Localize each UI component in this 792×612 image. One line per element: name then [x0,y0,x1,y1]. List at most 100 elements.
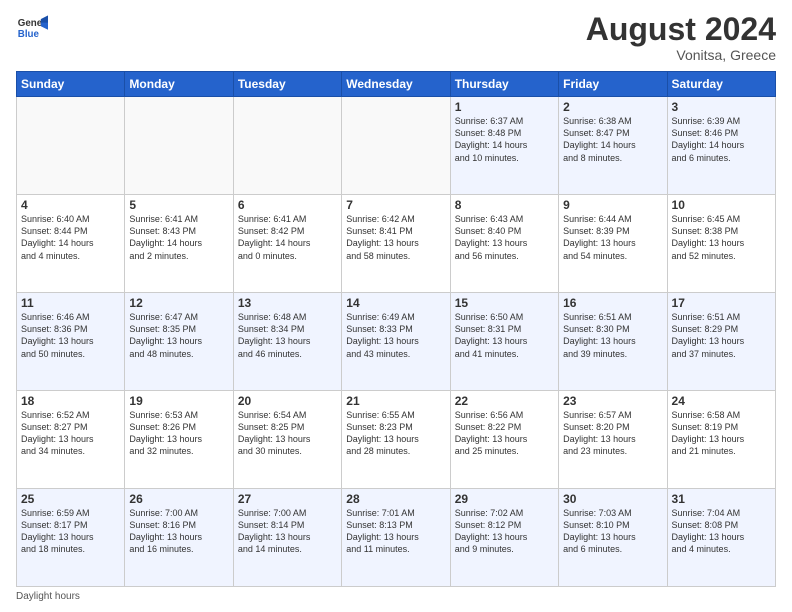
location: Vonitsa, Greece [586,47,776,63]
day-info: Sunrise: 6:49 AM Sunset: 8:33 PM Dayligh… [346,311,445,360]
day-info: Sunrise: 6:59 AM Sunset: 8:17 PM Dayligh… [21,507,120,556]
footer-note: Daylight hours [16,591,776,602]
table-row [17,97,125,195]
day-info: Sunrise: 6:46 AM Sunset: 8:36 PM Dayligh… [21,311,120,360]
day-info: Sunrise: 6:56 AM Sunset: 8:22 PM Dayligh… [455,409,554,458]
table-row: 2Sunrise: 6:38 AM Sunset: 8:47 PM Daylig… [559,97,667,195]
day-number: 19 [129,394,228,408]
table-row: 13Sunrise: 6:48 AM Sunset: 8:34 PM Dayli… [233,293,341,391]
day-info: Sunrise: 6:52 AM Sunset: 8:27 PM Dayligh… [21,409,120,458]
day-info: Sunrise: 6:38 AM Sunset: 8:47 PM Dayligh… [563,115,662,164]
title-block: August 2024 Vonitsa, Greece [586,12,776,63]
day-number: 23 [563,394,662,408]
day-number: 9 [563,198,662,212]
table-row: 28Sunrise: 7:01 AM Sunset: 8:13 PM Dayli… [342,489,450,587]
day-info: Sunrise: 6:43 AM Sunset: 8:40 PM Dayligh… [455,213,554,262]
header-monday: Monday [125,72,233,97]
table-row: 4Sunrise: 6:40 AM Sunset: 8:44 PM Daylig… [17,195,125,293]
month-year: August 2024 [586,12,776,47]
day-info: Sunrise: 7:03 AM Sunset: 8:10 PM Dayligh… [563,507,662,556]
day-number: 28 [346,492,445,506]
day-number: 11 [21,296,120,310]
table-row: 1Sunrise: 6:37 AM Sunset: 8:48 PM Daylig… [450,97,558,195]
day-info: Sunrise: 7:01 AM Sunset: 8:13 PM Dayligh… [346,507,445,556]
table-row: 23Sunrise: 6:57 AM Sunset: 8:20 PM Dayli… [559,391,667,489]
table-row: 18Sunrise: 6:52 AM Sunset: 8:27 PM Dayli… [17,391,125,489]
day-number: 21 [346,394,445,408]
day-header-row: Sunday Monday Tuesday Wednesday Thursday… [17,72,776,97]
day-info: Sunrise: 6:44 AM Sunset: 8:39 PM Dayligh… [563,213,662,262]
day-info: Sunrise: 6:41 AM Sunset: 8:43 PM Dayligh… [129,213,228,262]
table-row: 30Sunrise: 7:03 AM Sunset: 8:10 PM Dayli… [559,489,667,587]
day-info: Sunrise: 7:00 AM Sunset: 8:14 PM Dayligh… [238,507,337,556]
table-row: 15Sunrise: 6:50 AM Sunset: 8:31 PM Dayli… [450,293,558,391]
calendar-week-row: 25Sunrise: 6:59 AM Sunset: 8:17 PM Dayli… [17,489,776,587]
table-row: 11Sunrise: 6:46 AM Sunset: 8:36 PM Dayli… [17,293,125,391]
day-number: 24 [672,394,771,408]
table-row [125,97,233,195]
table-row: 22Sunrise: 6:56 AM Sunset: 8:22 PM Dayli… [450,391,558,489]
day-number: 13 [238,296,337,310]
svg-text:Blue: Blue [18,29,40,40]
day-number: 12 [129,296,228,310]
calendar-week-row: 18Sunrise: 6:52 AM Sunset: 8:27 PM Dayli… [17,391,776,489]
header-sunday: Sunday [17,72,125,97]
day-number: 1 [455,100,554,114]
day-number: 4 [21,198,120,212]
day-number: 16 [563,296,662,310]
day-number: 17 [672,296,771,310]
table-row: 3Sunrise: 6:39 AM Sunset: 8:46 PM Daylig… [667,97,775,195]
day-number: 18 [21,394,120,408]
day-number: 22 [455,394,554,408]
day-info: Sunrise: 6:42 AM Sunset: 8:41 PM Dayligh… [346,213,445,262]
day-info: Sunrise: 6:39 AM Sunset: 8:46 PM Dayligh… [672,115,771,164]
page: General Blue August 2024 Vonitsa, Greece… [0,0,792,612]
day-info: Sunrise: 6:50 AM Sunset: 8:31 PM Dayligh… [455,311,554,360]
day-number: 2 [563,100,662,114]
generalblue-logo-icon: General Blue [16,12,48,44]
day-number: 14 [346,296,445,310]
header: General Blue August 2024 Vonitsa, Greece [16,12,776,63]
table-row: 31Sunrise: 7:04 AM Sunset: 8:08 PM Dayli… [667,489,775,587]
day-info: Sunrise: 6:54 AM Sunset: 8:25 PM Dayligh… [238,409,337,458]
header-wednesday: Wednesday [342,72,450,97]
header-tuesday: Tuesday [233,72,341,97]
logo: General Blue [16,12,48,44]
table-row: 7Sunrise: 6:42 AM Sunset: 8:41 PM Daylig… [342,195,450,293]
day-number: 29 [455,492,554,506]
day-info: Sunrise: 6:58 AM Sunset: 8:19 PM Dayligh… [672,409,771,458]
table-row: 6Sunrise: 6:41 AM Sunset: 8:42 PM Daylig… [233,195,341,293]
day-info: Sunrise: 6:47 AM Sunset: 8:35 PM Dayligh… [129,311,228,360]
day-info: Sunrise: 6:51 AM Sunset: 8:30 PM Dayligh… [563,311,662,360]
calendar-week-row: 4Sunrise: 6:40 AM Sunset: 8:44 PM Daylig… [17,195,776,293]
table-row: 29Sunrise: 7:02 AM Sunset: 8:12 PM Dayli… [450,489,558,587]
calendar-week-row: 11Sunrise: 6:46 AM Sunset: 8:36 PM Dayli… [17,293,776,391]
table-row [342,97,450,195]
day-number: 5 [129,198,228,212]
calendar: Sunday Monday Tuesday Wednesday Thursday… [16,71,776,587]
table-row: 24Sunrise: 6:58 AM Sunset: 8:19 PM Dayli… [667,391,775,489]
table-row [233,97,341,195]
day-number: 8 [455,198,554,212]
day-number: 3 [672,100,771,114]
table-row: 20Sunrise: 6:54 AM Sunset: 8:25 PM Dayli… [233,391,341,489]
day-info: Sunrise: 6:51 AM Sunset: 8:29 PM Dayligh… [672,311,771,360]
day-number: 6 [238,198,337,212]
day-number: 26 [129,492,228,506]
table-row: 14Sunrise: 6:49 AM Sunset: 8:33 PM Dayli… [342,293,450,391]
calendar-table: Sunday Monday Tuesday Wednesday Thursday… [16,71,776,587]
day-info: Sunrise: 7:00 AM Sunset: 8:16 PM Dayligh… [129,507,228,556]
table-row: 25Sunrise: 6:59 AM Sunset: 8:17 PM Dayli… [17,489,125,587]
table-row: 12Sunrise: 6:47 AM Sunset: 8:35 PM Dayli… [125,293,233,391]
day-number: 25 [21,492,120,506]
table-row: 17Sunrise: 6:51 AM Sunset: 8:29 PM Dayli… [667,293,775,391]
day-info: Sunrise: 6:48 AM Sunset: 8:34 PM Dayligh… [238,311,337,360]
day-info: Sunrise: 7:04 AM Sunset: 8:08 PM Dayligh… [672,507,771,556]
table-row: 19Sunrise: 6:53 AM Sunset: 8:26 PM Dayli… [125,391,233,489]
header-friday: Friday [559,72,667,97]
day-info: Sunrise: 6:57 AM Sunset: 8:20 PM Dayligh… [563,409,662,458]
table-row: 5Sunrise: 6:41 AM Sunset: 8:43 PM Daylig… [125,195,233,293]
day-info: Sunrise: 6:41 AM Sunset: 8:42 PM Dayligh… [238,213,337,262]
day-number: 10 [672,198,771,212]
day-info: Sunrise: 6:40 AM Sunset: 8:44 PM Dayligh… [21,213,120,262]
